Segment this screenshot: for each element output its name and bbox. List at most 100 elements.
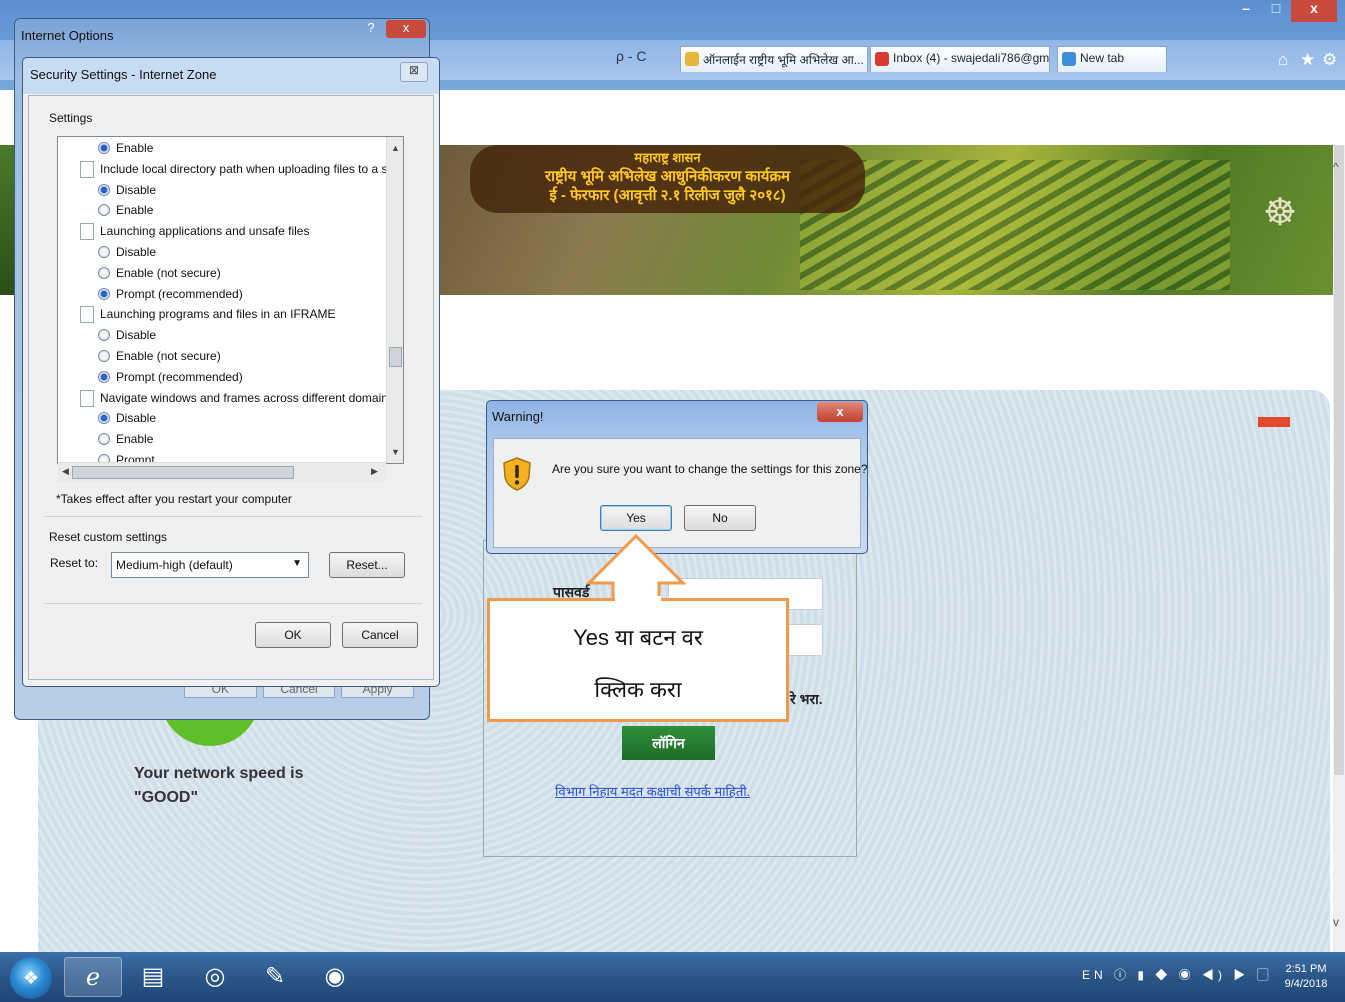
settings-vertical-scrollbar[interactable]: ▲ ▼: [386, 137, 403, 463]
reset-to-label: Reset to:: [50, 556, 99, 570]
radio-button[interactable]: [98, 266, 110, 279]
folder-icon[interactable]: ▤: [124, 957, 182, 997]
setting-label: Enable: [116, 203, 154, 218]
radio-button[interactable]: [98, 204, 110, 217]
setting-label: Disable: [116, 245, 157, 259]
settings-scroll-thumb[interactable]: [389, 347, 402, 367]
ie-icon[interactable]: ℯ: [64, 957, 122, 997]
reset-level-value: Medium-high (default): [116, 558, 233, 572]
page-scrollbar[interactable]: [1333, 145, 1345, 952]
settings-horizontal-scrollbar[interactable]: ◀ ▶: [58, 462, 386, 482]
gmail-icon: [875, 52, 889, 66]
setting-label: Enable: [116, 432, 154, 447]
scroll-right-arrow-icon[interactable]: ▶: [371, 466, 378, 477]
radio-button[interactable]: [98, 246, 110, 258]
scroll-up-arrow-icon[interactable]: ▲: [391, 143, 400, 153]
instruction-text: रे भरा.: [790, 691, 823, 707]
tab-inbox[interactable]: Inbox (4) - swajedali786@gm...: [870, 46, 1050, 72]
no-button[interactable]: No: [684, 505, 756, 531]
radio-button[interactable]: [98, 142, 110, 154]
tab-label: ऑनलाईन राष्ट्रीय भूमि अभिलेख आ... ×: [703, 53, 868, 67]
system-tray[interactable]: EN ⓘ ▮ ◆ ◉ ◀) ▶ ▢: [1082, 966, 1273, 983]
address-search-refresh[interactable]: ρ - C: [616, 48, 676, 70]
security-settings-title: Security Settings - Internet Zone: [30, 67, 217, 82]
tab-mahabhumi[interactable]: ऑनलाईन राष्ट्रीय भूमि अभिलेख आ... ×: [680, 46, 868, 72]
start-button[interactable]: ❖: [10, 957, 52, 999]
callout-arrow-icon: [586, 533, 686, 603]
radio-button[interactable]: [98, 433, 110, 446]
scroll-up-icon[interactable]: ^: [1333, 160, 1339, 174]
radio-button[interactable]: [98, 350, 110, 362]
site-icon: [685, 52, 699, 66]
help-button[interactable]: ?: [358, 20, 384, 38]
radio-button[interactable]: [98, 412, 110, 425]
settings-tree[interactable]: Enable Include local directory path when …: [57, 136, 404, 464]
scroll-down-icon[interactable]: v: [1333, 915, 1339, 929]
speed-line1: Your network speed is: [134, 765, 304, 782]
setting-label: Disable: [116, 411, 157, 426]
scroll-left-arrow-icon[interactable]: ◀: [62, 466, 69, 477]
warning-shield-icon: [503, 457, 531, 491]
warning-close-button[interactable]: x: [817, 402, 863, 422]
close-button[interactable]: x: [1291, 0, 1337, 22]
setting-label: Enable (not secure): [116, 265, 221, 280]
warning-title: Warning!: [492, 409, 544, 424]
login-button[interactable]: लॉगिन: [622, 726, 715, 760]
scroll-down-arrow-icon[interactable]: ▼: [391, 447, 400, 457]
setting-label: Enable (not secure): [116, 349, 221, 363]
setting-label: Include local directory path when upload…: [100, 161, 404, 176]
radio-button[interactable]: [98, 370, 110, 383]
setting-label: Launching applications and unsafe files: [100, 224, 310, 239]
minimize-button[interactable]: –: [1231, 0, 1261, 22]
divider: [44, 603, 422, 604]
banner-line3: ई - फेरफार (आवृत्ती २.१ रिलीज जुलै २०१८): [549, 187, 786, 204]
seal-emblem: ☸: [1262, 192, 1298, 234]
warning-message: Are you sure you want to change the sett…: [552, 462, 868, 476]
help-contact-link[interactable]: विभाग निहाय मदत कक्षाची संपर्क माहिती.: [555, 782, 750, 800]
gear-icon[interactable]: ⚙: [1322, 50, 1337, 70]
yes-button[interactable]: Yes: [600, 505, 672, 531]
clock[interactable]: 2:51 PM 9/4/2018: [1275, 962, 1337, 992]
firefox-icon[interactable]: ◉: [306, 957, 364, 997]
maximize-button[interactable]: □: [1261, 0, 1291, 22]
cancel-button[interactable]: Cancel: [342, 622, 418, 648]
setting-label: Navigate windows and frames across diffe…: [100, 390, 394, 405]
chevron-down-icon: ▼: [292, 558, 302, 569]
internet-options-title: Internet Options: [21, 28, 114, 43]
radio-button[interactable]: [98, 329, 110, 342]
setting-label: Enable: [116, 141, 154, 155]
clock-date: 9/4/2018: [1284, 978, 1328, 990]
banner-line2: राष्ट्रीय भूमि अभिलेख आधुनिकीकरण कार्यक्…: [544, 168, 791, 185]
radio-button[interactable]: [98, 287, 110, 300]
window-controls: – □ x: [1231, 0, 1337, 24]
chrome-icon[interactable]: ◎: [186, 957, 244, 997]
scrollbar-thumb[interactable]: [1334, 145, 1344, 775]
warning-body: [493, 438, 861, 548]
setting-label: Prompt (recommended): [116, 369, 243, 384]
speed-line2: "GOOD": [134, 789, 199, 806]
clock-time: 2:51 PM: [1285, 963, 1327, 975]
setting-label: Prompt (recommended): [116, 286, 243, 301]
security-settings-close-button[interactable]: ⊠: [400, 62, 428, 82]
language-flag[interactable]: [1258, 417, 1290, 427]
settings-hscroll-thumb[interactable]: [72, 466, 294, 479]
reset-custom-label: Reset custom settings: [49, 530, 168, 544]
star-icon[interactable]: ★: [1300, 50, 1315, 70]
reset-button[interactable]: Reset...: [329, 552, 405, 578]
ok-button[interactable]: OK: [255, 622, 331, 648]
tab-new-tab[interactable]: New tab: [1057, 46, 1167, 72]
callout-text-line2: क्लिक करा: [594, 677, 682, 702]
document-icon: [80, 306, 94, 324]
callout-joint: [615, 596, 661, 604]
radio-button[interactable]: [98, 183, 110, 196]
home-icon[interactable]: ⌂: [1278, 50, 1288, 70]
document-icon: [80, 160, 94, 178]
restart-note: *Takes effect after you restart your com…: [56, 492, 292, 506]
internet-options-close-button[interactable]: x: [386, 20, 426, 38]
reset-level-select[interactable]: Medium-high (default) ▼: [111, 552, 309, 578]
banner-title: महाराष्ट्र शासन राष्ट्रीय भूमि अभिलेख आध…: [470, 145, 865, 213]
settings-group-label: Settings: [49, 111, 93, 125]
paint-icon[interactable]: ✎: [246, 957, 304, 997]
document-icon: [80, 389, 94, 407]
banner-line1: महाराष्ट्र शासन: [634, 150, 701, 165]
